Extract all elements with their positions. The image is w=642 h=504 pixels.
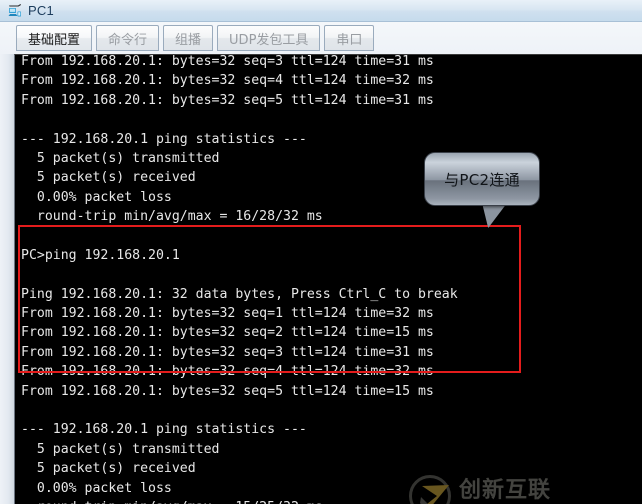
tab-basic-config[interactable]: 基础配置 — [16, 25, 93, 51]
tab-label: 命令行 — [108, 32, 148, 48]
terminal-line: PC>ping 192.168.20.1 — [21, 247, 180, 263]
terminal-line: From 192.168.20.1: bytes=32 seq=5 ttl=12… — [21, 383, 434, 399]
terminal-line: From 192.168.20.1: bytes=32 seq=4 ttl=12… — [21, 364, 434, 380]
callout-annotation: 与PC2连通 — [424, 152, 540, 228]
tab-label: UDP发包工具 — [229, 32, 309, 48]
terminal-text-content: From 192.168.20.1: bytes=32 seq=3 ttl=12… — [21, 54, 637, 504]
terminal-line: --- 192.168.20.1 ping statistics --- — [21, 422, 307, 438]
terminal-line: --- 192.168.20.1 ping statistics --- — [21, 131, 307, 147]
terminal-line: From 192.168.20.1: bytes=32 seq=4 ttl=12… — [21, 73, 434, 89]
callout-bubble: 与PC2连通 — [424, 152, 540, 206]
terminal-output-area[interactable]: From 192.168.20.1: bytes=32 seq=3 ttl=12… — [14, 54, 642, 504]
tab-label: 串口 — [336, 32, 363, 48]
pc-network-icon — [7, 3, 23, 19]
terminal-line: 5 packet(s) received — [21, 461, 196, 477]
window-left-edge — [0, 54, 14, 504]
terminal-line: Ping 192.168.20.1: 32 data bytes, Press … — [21, 286, 458, 302]
tab-label: 基础配置 — [28, 32, 81, 48]
tab-bar: 基础配置 命令行 组播 UDP发包工具 串口 — [0, 22, 642, 54]
terminal-line: round-trip min/avg/max = 15/25/32 ms — [21, 498, 637, 504]
terminal-line: From 192.168.20.1: bytes=32 seq=5 ttl=12… — [21, 92, 434, 108]
terminal-line: From 192.168.20.1: bytes=32 seq=3 ttl=12… — [21, 344, 434, 360]
terminal-line: 5 packet(s) transmitted — [21, 441, 220, 457]
terminal-line: 5 packet(s) received — [21, 170, 196, 186]
terminal-line: From 192.168.20.1: bytes=32 seq=2 ttl=12… — [21, 325, 434, 341]
tab-command-line[interactable]: 命令行 — [96, 25, 160, 51]
terminal-line: From 192.168.20.1: bytes=32 seq=1 ttl=12… — [21, 306, 434, 322]
tab-udp-packet-tool[interactable]: UDP发包工具 — [217, 25, 321, 51]
terminal-line: round-trip min/avg/max = 16/28/32 ms — [21, 209, 323, 225]
window-title-bar: PC1 — [0, 0, 642, 22]
terminal-line: 0.00% packet loss — [21, 480, 172, 496]
tab-multicast[interactable]: 组播 — [163, 25, 214, 51]
terminal-line: 5 packet(s) transmitted — [21, 150, 220, 166]
terminal-line: 0.00% packet loss — [21, 189, 172, 205]
pc1-console-window: PC1 基础配置 命令行 组播 UDP发包工具 串口 From 192.168.… — [0, 0, 642, 504]
window-title-label: PC1 — [28, 3, 54, 18]
tab-serial-port[interactable]: 串口 — [324, 25, 375, 51]
terminal-line: From 192.168.20.1: bytes=32 seq=3 ttl=12… — [21, 54, 434, 69]
callout-label: 与PC2连通 — [444, 170, 520, 189]
tab-label: 组播 — [175, 32, 202, 48]
